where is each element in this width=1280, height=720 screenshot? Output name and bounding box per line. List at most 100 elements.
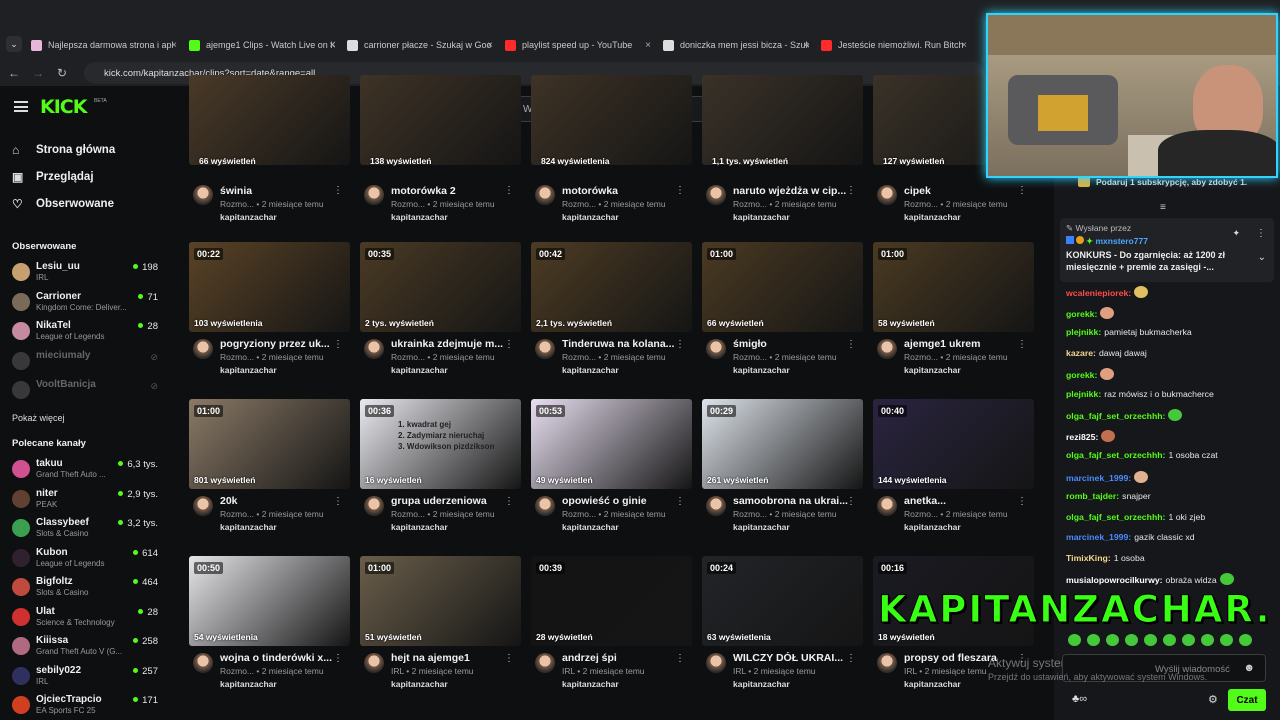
more-options-icon[interactable]: ⋮	[846, 496, 856, 507]
channel-item[interactable]: Kiiissa Grand Theft Auto V (G... 258	[12, 635, 162, 659]
chat-username[interactable]: TimixKing:	[1066, 553, 1111, 563]
more-options-icon[interactable]: ⋮	[504, 185, 514, 196]
clip-card[interactable]: 01:00 66 wyświetleń śmigło Rozmo... • 2 mie…	[702, 242, 864, 392]
channel-item[interactable]: Carrioner Kingdom Come: Deliver... 71	[12, 291, 162, 315]
clip-title[interactable]: hejt na ajemge1	[391, 652, 506, 664]
tab-search-icon[interactable]: ⌄	[6, 36, 22, 52]
more-options-icon[interactable]: ⋮	[675, 185, 685, 196]
more-options-icon[interactable]: ⋮	[1017, 339, 1027, 350]
browser-tab[interactable]: carrioner płacze - Szukaj w Goo ×	[347, 34, 493, 56]
clip-title[interactable]: WILCZY DÓŁ UKRAI...	[733, 652, 848, 664]
channel-item[interactable]: Classybeef Slots & Casino 3,2 tys.	[12, 517, 162, 541]
more-options-icon[interactable]: ⋮	[846, 339, 856, 350]
sidebar-nav-obserwowane[interactable]: ♡ Obserwowane	[12, 197, 114, 211]
clip-thumbnail[interactable]: 00:22 103 wyświetlenia	[189, 242, 350, 332]
forward-icon[interactable]: →	[28, 66, 48, 80]
clip-thumbnail[interactable]: 01:00 58 wyświetleń	[873, 242, 1034, 332]
avatar[interactable]	[535, 653, 555, 673]
emote-icon[interactable]	[1087, 634, 1100, 646]
more-options-icon[interactable]: ⋮	[846, 653, 856, 664]
clip-channel-name[interactable]: kapitanzachar	[391, 522, 448, 532]
chat-settings-icon[interactable]: ⚙	[1208, 693, 1218, 706]
avatar[interactable]	[364, 339, 384, 359]
emote-icon[interactable]	[1125, 634, 1138, 646]
avatar[interactable]	[706, 653, 726, 673]
clip-title[interactable]: motorówka 2	[391, 185, 506, 197]
clip-thumbnail[interactable]	[189, 75, 350, 165]
clip-card[interactable]: 00:42 2,1 tys. wyświetleń Tinderuwa na kol…	[531, 242, 693, 392]
browser-tab[interactable]: playlist speed up - YouTube ×	[505, 34, 651, 56]
channel-item[interactable]: Ulat Science & Technology 28	[12, 606, 162, 630]
clip-card[interactable]: 00:53 49 wyświetleń opowieść o ginie Rozmo.…	[531, 399, 693, 549]
more-options-icon[interactable]: ⋮	[504, 653, 514, 664]
clip-channel-name[interactable]: kapitanzachar	[733, 212, 790, 222]
clip-channel-name[interactable]: kapitanzachar	[391, 365, 448, 375]
more-options-icon[interactable]: ⋮	[333, 339, 343, 350]
kick-logo[interactable]: KICK	[40, 96, 87, 118]
clip-title[interactable]: świnia	[220, 185, 335, 197]
browser-tab[interactable]: Najlepsza darmowa strona i apl ×	[31, 34, 177, 56]
chat-username[interactable]: wcaleniepiorek:	[1066, 288, 1131, 298]
clip-thumbnail[interactable]: 00:35 2 tys. wyświetleń	[360, 242, 521, 332]
clip-title[interactable]: 20k	[220, 495, 335, 507]
chat-username[interactable]: marcinek_1999:	[1066, 532, 1131, 542]
pinned-expand-icon[interactable]: ⌄	[1258, 252, 1266, 263]
clip-thumbnail[interactable]: 00:42 2,1 tys. wyświetleń	[531, 242, 692, 332]
show-more-link[interactable]: Pokaż więcej	[12, 413, 65, 423]
clip-thumbnail[interactable]: 00:24 63 wyświetlenia	[702, 556, 863, 646]
avatar[interactable]	[877, 185, 897, 205]
clip-card[interactable]: 00:35 2 tys. wyświetleń ukrainka zdejmuje …	[360, 242, 522, 392]
clip-thumbnail[interactable]: 01:00 66 wyświetleń	[702, 242, 863, 332]
clip-title[interactable]: Tinderuwa na kolana...	[562, 338, 677, 350]
chat-username[interactable]: musialopowrocilkurwy:	[1066, 575, 1163, 585]
more-options-icon[interactable]: ⋮	[504, 496, 514, 507]
clip-thumbnail[interactable]: 00:39 28 wyświetleń	[531, 556, 692, 646]
clip-card[interactable]: 00:24 63 wyświetlenia WILCZY DÓŁ UKRAI... I…	[702, 556, 864, 706]
clip-channel-name[interactable]: kapitanzachar	[562, 522, 619, 532]
avatar[interactable]	[193, 339, 213, 359]
clip-channel-name[interactable]: kapitanzachar	[562, 212, 619, 222]
clip-thumbnail[interactable]: 01:00 801 wyświetleń	[189, 399, 350, 489]
avatar[interactable]	[193, 653, 213, 673]
clip-card[interactable]: 00:29 261 wyświetleń samoobrona na ukrai..…	[702, 399, 864, 549]
emote-icon[interactable]	[1220, 634, 1233, 646]
clip-card[interactable]: 00:39 28 wyświetleń andrzej śpi IRL • 2 mie…	[531, 556, 693, 706]
channel-item[interactable]: Lesiu_uu IRL 198	[12, 261, 162, 285]
avatar[interactable]	[535, 496, 555, 516]
clip-thumbnail[interactable]: 00:50 54 wyświetlenia	[189, 556, 350, 646]
emote-icon[interactable]	[1144, 634, 1157, 646]
clip-channel-name[interactable]: kapitanzachar	[220, 522, 277, 532]
clip-title[interactable]: motorówka	[562, 185, 677, 197]
avatar[interactable]	[706, 339, 726, 359]
chat-username[interactable]: plejnikk:	[1066, 327, 1101, 337]
reload-icon[interactable]: ↻	[52, 66, 72, 80]
channel-item[interactable]: mieciumaly ⊘	[12, 350, 162, 374]
more-options-icon[interactable]: ⋮	[675, 653, 685, 664]
chat-username[interactable]: olga_fajf_set_orzechhh:	[1066, 512, 1165, 522]
channel-item[interactable]: OjciecTrapcio EA Sports FC 25 171	[12, 694, 162, 718]
close-tab-icon[interactable]: ×	[645, 40, 651, 51]
chat-username[interactable]: olga_fajf_set_orzechhh:	[1066, 411, 1165, 421]
clip-title[interactable]: anetka...	[904, 495, 1019, 507]
clip-title[interactable]: samoobrona na ukrai...	[733, 495, 848, 507]
clip-card[interactable]: 00:50 54 wyświetlenia wojna o tinderówki x…	[189, 556, 351, 706]
channel-item[interactable]: Bigfoltz Slots & Casino 464	[12, 576, 162, 600]
menu-icon[interactable]	[14, 101, 28, 112]
clip-channel-name[interactable]: kapitanzachar	[391, 679, 448, 689]
emote-icon[interactable]	[1068, 634, 1081, 646]
more-options-icon[interactable]: ⋮	[1017, 496, 1027, 507]
emote-icon[interactable]	[1106, 634, 1119, 646]
avatar[interactable]	[193, 496, 213, 516]
clip-channel-name[interactable]: kapitanzachar	[220, 679, 277, 689]
emoji-icon[interactable]: ☻	[1243, 662, 1255, 674]
clip-thumbnail[interactable]: 00:40 144 wyświetlenia	[873, 399, 1034, 489]
close-tab-icon[interactable]: ×	[961, 40, 967, 51]
chat-username[interactable]: plejnikk:	[1066, 389, 1101, 399]
more-options-icon[interactable]: ⋮	[846, 185, 856, 196]
clip-title[interactable]: opowieść o ginie	[562, 495, 677, 507]
clip-card[interactable]: 00:16 18 wyświetleń propsy od fleszara IRL …	[873, 556, 1035, 706]
clip-channel-name[interactable]: kapitanzachar	[733, 679, 790, 689]
clip-title[interactable]: wojna o tinderówki x...	[220, 652, 335, 664]
clip-title[interactable]: grupa uderzeniowa	[391, 495, 506, 507]
clip-channel-name[interactable]: kapitanzachar	[904, 679, 961, 689]
